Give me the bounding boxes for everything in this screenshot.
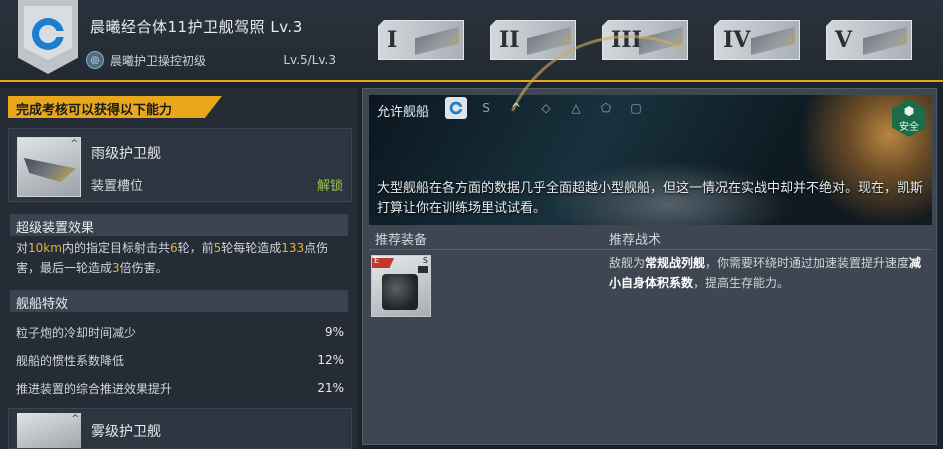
faction-logo-icon <box>32 18 68 50</box>
allowed-ships-icons: S ^ ◇ △ ⬠ ▢ <box>445 97 647 119</box>
rewards-panel: 完成考核可以获得以下能力 ^ 雨级护卫舰 装置槽位 解锁 超级装置效果 对10k… <box>0 88 358 449</box>
ship-class-square-icon[interactable]: ▢ <box>625 97 647 119</box>
ship-name: 雨级护卫舰 <box>91 146 161 162</box>
ship-thumbnail: ^ <box>17 137 81 197</box>
ship-traits-list: 粒子炮的冷却时间减少 9% 舰船的惯性系数降低 12% 推进装置的综合推进效果提升 2… <box>16 318 344 402</box>
ship-class-pentagon-icon[interactable]: ⬠ <box>595 97 617 119</box>
chevron-up-icon: ^ <box>71 414 79 424</box>
ship-class-up-icon[interactable]: ^ <box>505 97 527 119</box>
trait-row: 粒子炮的冷却时间减少 9% <box>16 325 344 340</box>
trait-row: 舰船的惯性系数降低 12% <box>16 353 344 368</box>
recommended-tactic-label: 推荐战术 <box>609 233 662 248</box>
ship-class-triangle-icon[interactable]: △ <box>565 97 587 119</box>
faction-allowed-icon[interactable] <box>445 97 467 119</box>
section-divider <box>369 249 932 250</box>
license-header: 晨曦经合体11护卫舰驾照 Lv.3 ◎ 晨曦护卫操控初级 Lv.5/Lv.3 I… <box>0 0 943 82</box>
skill-row: ◎ 晨曦护卫操控初级 Lv.5/Lv.3 <box>86 50 336 70</box>
tier-tab-1[interactable]: I <box>378 20 464 60</box>
safe-zone-icon: ⬢ 安全 <box>892 99 926 137</box>
ship-card-rain[interactable]: ^ 雨级护卫舰 装置槽位 解锁 <box>8 128 352 202</box>
ship-traits-header: 舰船特效 <box>10 290 348 312</box>
license-title: 晨曦经合体11护卫舰驾照 Lv.3 <box>90 18 303 36</box>
tactic-description: 敌舰为常规战列舰，你需要环绕时通过加速装置提升速度减小自身体积系数，提高生存能力… <box>609 256 922 290</box>
recommended-equipment-label: 推荐装备 <box>375 233 428 248</box>
equipment-grade: S <box>422 256 428 265</box>
mission-panel: 允许舰船 S ^ ◇ △ ⬠ ▢ ⬢ 安全 大型舰船在各方面的数据几乎全面超越小… <box>362 0 937 445</box>
faction-badge <box>18 0 78 74</box>
super-device-description: 对10km内的指定目标射击共6轮，前5轮每轮造成133点伤害，最后一轮造成3倍伤… <box>16 241 329 275</box>
slot-label: 装置槽位 <box>91 179 144 194</box>
ship-class-s-icon[interactable]: S <box>475 97 497 119</box>
super-device-header: 超级装置效果 <box>10 214 348 236</box>
tier-tab-5[interactable]: V <box>826 20 912 60</box>
ship-class-diamond-icon[interactable]: ◇ <box>535 97 557 119</box>
ship-name: 雾级护卫舰 <box>91 424 161 440</box>
allowed-ships-label: 允许舰船 <box>377 105 430 120</box>
mission-description: 大型舰船在各方面的数据几乎全面超越小型舰船，但这一情况在实战中却并不绝对。现在，… <box>377 181 924 216</box>
chevron-up-icon: ^ <box>70 139 78 149</box>
rewards-ribbon: 完成考核可以获得以下能力 <box>8 96 222 118</box>
mission-banner: 允许舰船 S ^ ◇ △ ⬠ ▢ ⬢ 安全 大型舰船在各方面的数据几乎全面超越小… <box>369 0 932 332</box>
recommended-equipment-item[interactable]: E S <box>371 255 431 317</box>
thruster-icon <box>382 274 418 310</box>
license-screen: 晨曦经合体11护卫舰驾照 Lv.3 ◎ 晨曦护卫操控初级 Lv.5/Lv.3 I… <box>0 0 943 449</box>
unlock-status: 解锁 <box>316 179 343 194</box>
skill-level: Lv.5/Lv.3 <box>283 53 336 67</box>
tier-tab-4[interactable]: IV <box>714 20 800 60</box>
ship-thumbnail: ^ <box>17 413 81 448</box>
ship-card-fog[interactable]: ^ 雾级护卫舰 <box>8 408 352 449</box>
skill-label: 晨曦护卫操控初级 <box>110 53 207 68</box>
trait-row: 推进装置的综合推进效果提升 21% <box>16 381 344 396</box>
skill-icon: ◎ <box>86 51 104 69</box>
